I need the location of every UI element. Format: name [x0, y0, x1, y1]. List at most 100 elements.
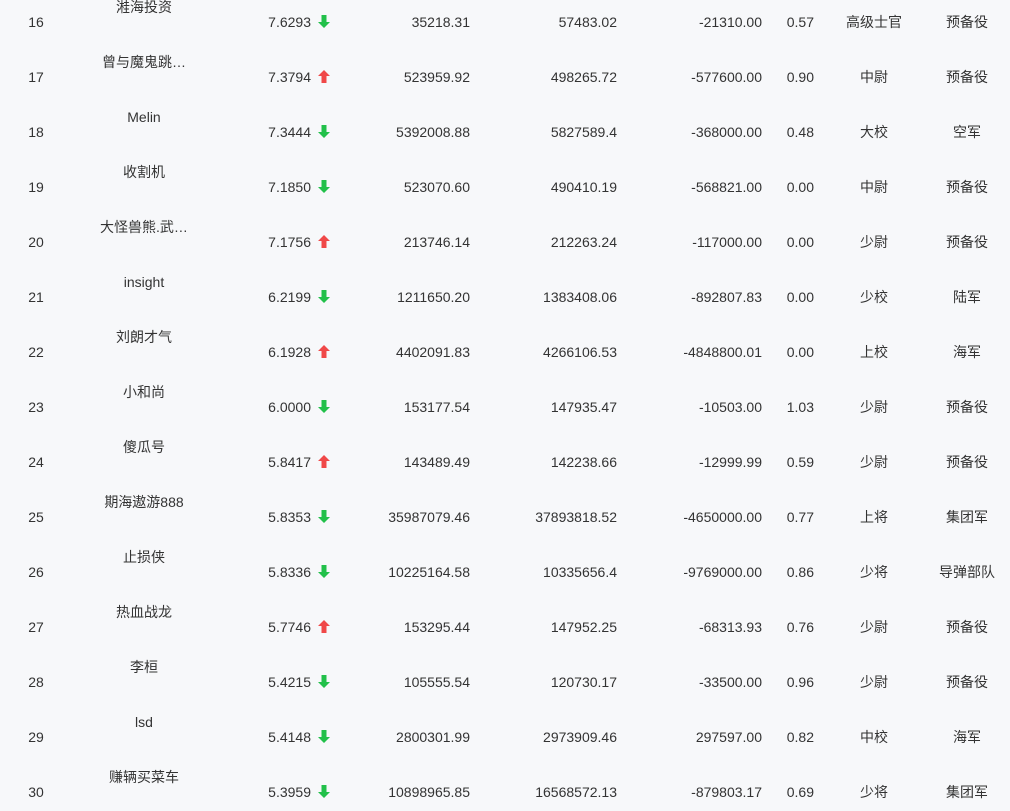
military-rank-cell: 上校	[860, 344, 888, 360]
value-a-cell: 153295.44	[403, 619, 470, 635]
branch-cell: 预备役	[946, 454, 988, 470]
value-b-cell: 120730.17	[550, 674, 617, 690]
arrow-down-icon	[318, 12, 336, 32]
military-rank-cell: 少尉	[860, 234, 888, 250]
value-b-cell: 4266106.53	[543, 344, 617, 360]
score-cell: 6.1928	[268, 344, 311, 360]
arrow-down-icon	[318, 287, 336, 307]
ratio-cell: 0.00	[786, 289, 814, 305]
score-cell: 7.1756	[268, 234, 311, 250]
value-a-cell: 523959.92	[403, 69, 470, 85]
arrow-down-icon	[318, 122, 336, 142]
military-rank-cell: 少尉	[860, 399, 888, 415]
ratio-cell: 0.90	[786, 69, 814, 85]
branch-cell: 预备役	[946, 399, 988, 415]
trader-name-link[interactable]: 收割机	[84, 162, 204, 182]
value-a-cell: 35218.31	[411, 14, 470, 30]
branch-cell: 预备役	[946, 234, 988, 250]
table-row[interactable]: 23 小和尚 6.0000 153177.54 147935.47 -10503…	[0, 370, 1010, 425]
trader-name-link[interactable]: 热血战龙	[84, 602, 204, 622]
trader-name-link[interactable]: 小和尚	[84, 382, 204, 402]
rank-cell: 22	[28, 344, 44, 360]
table-row[interactable]: 16 溎海投资 7.6293 35218.31 57483.02 -21310.…	[0, 0, 1010, 40]
value-c-cell: -368000.00	[691, 124, 762, 140]
arrow-up-icon	[318, 342, 336, 362]
table-row[interactable]: 26 止损侠 5.8336 10225164.58 10335656.4 -97…	[0, 535, 1010, 590]
table-row[interactable]: 29 lsd 5.4148 2800301.99 2973909.46 2975…	[0, 700, 1010, 755]
ratio-cell: 0.96	[786, 674, 814, 690]
ratio-cell: 0.82	[786, 729, 814, 745]
military-rank-cell: 中尉	[860, 69, 888, 85]
value-c-cell: -12999.99	[698, 454, 762, 470]
value-c-cell: -568821.00	[691, 179, 762, 195]
table-row[interactable]: 19 收割机 7.1850 523070.60 490410.19 -56882…	[0, 150, 1010, 205]
trader-name-link[interactable]: 傻瓜号	[84, 437, 204, 457]
branch-cell: 海军	[953, 729, 981, 745]
value-c-cell: -4848800.01	[683, 344, 762, 360]
value-b-cell: 147935.47	[550, 399, 617, 415]
trader-name-link[interactable]: 李桓	[84, 657, 204, 677]
arrow-up-icon	[318, 232, 336, 252]
military-rank-cell: 少校	[860, 289, 888, 305]
value-c-cell: -117000.00	[692, 234, 762, 250]
ratio-cell: 0.48	[786, 124, 814, 140]
value-b-cell: 2973909.46	[543, 729, 617, 745]
value-a-cell: 213746.14	[403, 234, 470, 250]
value-b-cell: 5827589.4	[550, 124, 617, 140]
military-rank-cell: 少将	[860, 784, 888, 800]
trader-name-link[interactable]: 刘朗才气	[84, 327, 204, 347]
value-a-cell: 523070.60	[403, 179, 470, 195]
value-a-cell: 153177.54	[403, 399, 470, 415]
value-a-cell: 143489.49	[403, 454, 470, 470]
trader-name-link[interactable]: 期海遨游888	[84, 492, 204, 512]
ratio-cell: 0.77	[786, 509, 814, 525]
score-cell: 6.0000	[268, 399, 311, 415]
trader-name-link[interactable]: lsd	[84, 712, 204, 732]
table-row[interactable]: 20 大怪兽熊.武… 7.1756 213746.14 212263.24 -1…	[0, 205, 1010, 260]
trader-name-link[interactable]: 大怪兽熊.武…	[84, 217, 204, 237]
table-row[interactable]: 18 Melin 7.3444 5392008.88 5827589.4 -36…	[0, 95, 1010, 150]
table-row[interactable]: 25 期海遨游888 5.8353 35987079.46 37893818.5…	[0, 480, 1010, 535]
ratio-cell: 0.59	[786, 454, 814, 470]
score-cell: 7.6293	[268, 14, 311, 30]
military-rank-cell: 高级士官	[846, 14, 902, 30]
rank-cell: 28	[28, 674, 44, 690]
ratio-cell: 1.03	[786, 399, 814, 415]
trader-name-link[interactable]: 赚辆买菜车	[84, 767, 204, 787]
value-c-cell: -4650000.00	[683, 509, 762, 525]
branch-cell: 预备役	[946, 619, 988, 635]
value-a-cell: 1211650.20	[397, 289, 470, 305]
rank-cell: 26	[28, 564, 44, 580]
trader-name-link[interactable]: 止损侠	[84, 547, 204, 567]
trader-name-link[interactable]: Melin	[84, 107, 204, 127]
score-cell: 5.4148	[268, 729, 311, 745]
table-row[interactable]: 17 曾与魔鬼跳… 7.3794 523959.92 498265.72 -57…	[0, 40, 1010, 95]
rank-cell: 20	[28, 234, 44, 250]
military-rank-cell: 中尉	[860, 179, 888, 195]
score-cell: 5.8417	[268, 454, 311, 470]
value-c-cell: -577600.00	[691, 69, 762, 85]
value-a-cell: 5392008.88	[396, 124, 470, 140]
value-c-cell: 297597.00	[695, 729, 762, 745]
rank-cell: 23	[28, 399, 44, 415]
branch-cell: 预备役	[946, 69, 988, 85]
table-row[interactable]: 21 insight 6.2199 1211650.20 1383408.06 …	[0, 260, 1010, 315]
value-b-cell: 37893818.52	[535, 509, 617, 525]
value-c-cell: -892807.83	[691, 289, 762, 305]
trader-name-link[interactable]: 曾与魔鬼跳…	[84, 52, 204, 72]
branch-cell: 预备役	[946, 14, 988, 30]
value-a-cell: 105555.54	[403, 674, 470, 690]
table-row[interactable]: 22 刘朗才气 6.1928 4402091.83 4266106.53 -48…	[0, 315, 1010, 370]
military-rank-cell: 中校	[860, 729, 888, 745]
table-row[interactable]: 24 傻瓜号 5.8417 143489.49 142238.66 -12999…	[0, 425, 1010, 480]
table-row[interactable]: 30 赚辆买菜车 5.3959 10898965.85 16568572.13 …	[0, 755, 1010, 810]
trader-name-link[interactable]: 溎海投资	[84, 0, 204, 17]
value-c-cell: -33500.00	[698, 674, 762, 690]
table-row[interactable]: 27 热血战龙 5.7746 153295.44 147952.25 -6831…	[0, 590, 1010, 645]
table-row[interactable]: 28 李桓 5.4215 105555.54 120730.17 -33500.…	[0, 645, 1010, 700]
branch-cell: 集团军	[946, 509, 988, 525]
trader-name-link[interactable]: insight	[84, 272, 204, 292]
military-rank-cell: 少尉	[860, 454, 888, 470]
arrow-down-icon	[318, 727, 336, 747]
value-b-cell: 57483.02	[558, 14, 617, 30]
